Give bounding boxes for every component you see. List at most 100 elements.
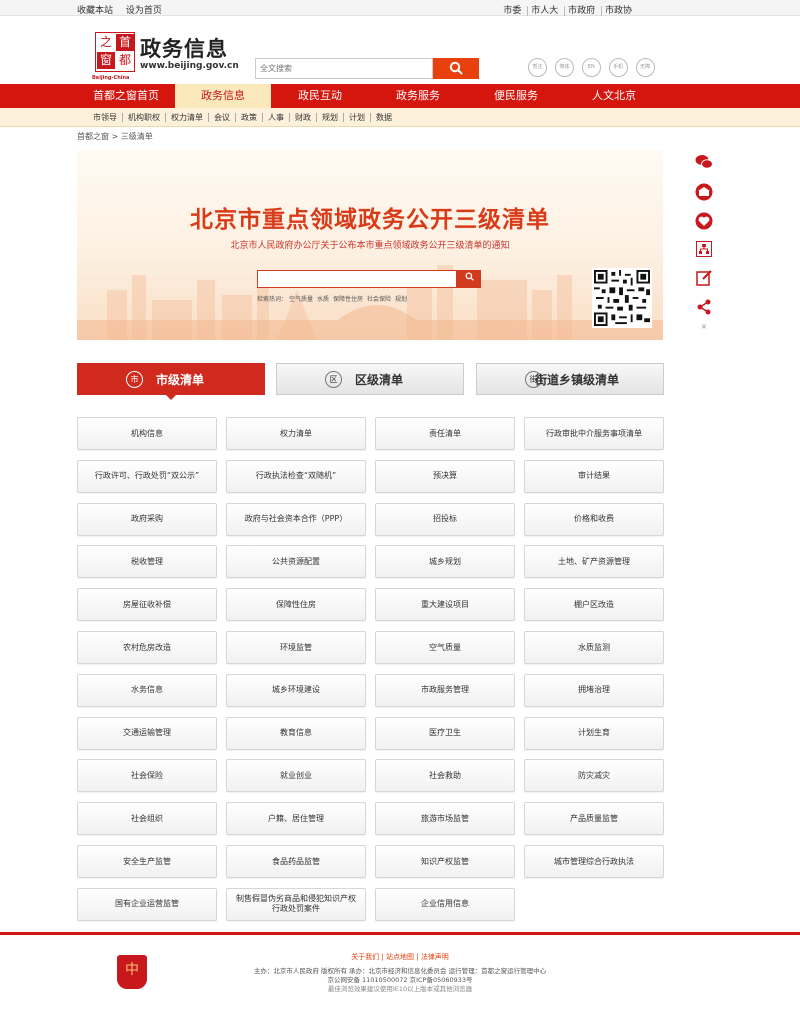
list-item-button[interactable]: 空气质量 bbox=[375, 631, 515, 664]
list-item-button[interactable]: 政府采购 bbox=[77, 502, 217, 536]
list-item-button[interactable]: 房屋征收补偿 bbox=[77, 588, 217, 622]
subnav-item[interactable]: 计划 bbox=[343, 113, 370, 122]
list-item-button[interactable]: 产品质量监管 bbox=[524, 802, 664, 836]
tab-city-level[interactable]: 市 市级清单 bbox=[77, 363, 265, 400]
list-item-button[interactable]: 农村危房改造 bbox=[77, 631, 217, 664]
nav-interaction[interactable]: 政民互动 bbox=[271, 84, 369, 108]
tool-simplified-icon[interactable]: 简体 bbox=[554, 58, 574, 77]
subnav-item[interactable]: 会议 bbox=[208, 113, 235, 122]
list-item-button[interactable]: 重大建设项目 bbox=[375, 588, 515, 622]
list-item-button[interactable]: 行政许可、行政处罚“双公示” bbox=[77, 459, 217, 493]
tool-accessibility-icon[interactable]: 无障 bbox=[635, 58, 655, 77]
tab-district-level[interactable]: 区 区级清单 bbox=[276, 363, 464, 395]
banner-search-button[interactable] bbox=[457, 270, 481, 288]
list-item-button[interactable]: 制售假冒伪劣商品和侵犯知识产权行政处罚案件 bbox=[226, 887, 366, 921]
site-logo[interactable]: 之 首 窗 都 bbox=[95, 32, 135, 72]
subnav-item[interactable]: 政策 bbox=[235, 113, 262, 122]
subnav-item[interactable]: 机构职权 bbox=[122, 113, 165, 122]
top-link-government[interactable]: 市政府 bbox=[564, 6, 599, 16]
list-item-button[interactable]: 城市管理综合行政执法 bbox=[524, 845, 664, 878]
list-item-button[interactable]: 户籍、居住管理 bbox=[226, 802, 366, 836]
list-item-button[interactable]: 食品药品监管 bbox=[226, 845, 366, 878]
nav-home[interactable]: 首都之窗首页 bbox=[77, 84, 175, 108]
tool-pause-icon[interactable]: 暂注 bbox=[528, 58, 547, 77]
list-item-button[interactable]: 环境监管 bbox=[226, 631, 366, 664]
heart-icon[interactable] bbox=[694, 212, 714, 232]
breadcrumb-home[interactable]: 首都之窗 bbox=[77, 132, 109, 141]
list-item-button[interactable]: 行政审批中介服务事项清单 bbox=[524, 417, 664, 450]
list-item-button[interactable]: 防灾减灾 bbox=[524, 759, 664, 793]
hot-word-link[interactable]: 社会保险 bbox=[367, 296, 391, 303]
list-item-button[interactable]: 医疗卫生 bbox=[375, 716, 515, 750]
list-item-button[interactable]: 权力清单 bbox=[226, 417, 366, 450]
list-item-button[interactable]: 土地、矿产资源管理 bbox=[524, 545, 664, 579]
search-button[interactable] bbox=[433, 58, 479, 79]
list-item-button[interactable]: 机构信息 bbox=[77, 417, 217, 450]
list-item-button[interactable]: 审计结果 bbox=[524, 459, 664, 493]
banner-subtitle-link[interactable]: 北京市人民政府办公厅关于公布本市重点领域政务公开三级清单的通知 bbox=[77, 238, 663, 251]
hot-word-link[interactable]: 保障性住房 bbox=[333, 296, 363, 303]
list-item-button[interactable]: 社会组织 bbox=[77, 802, 217, 836]
bookmark-link[interactable]: 收藏本站 bbox=[77, 6, 113, 16]
list-item-button[interactable]: 城乡规划 bbox=[375, 545, 515, 579]
list-item-button[interactable]: 教育信息 bbox=[226, 716, 366, 750]
list-item-button[interactable]: 水质监测 bbox=[524, 631, 664, 664]
hot-word-link[interactable]: 空气质量 bbox=[289, 296, 313, 303]
nav-gov-info[interactable]: 政务信息 bbox=[175, 84, 271, 108]
sitemap-icon[interactable] bbox=[694, 241, 714, 261]
subnav-item[interactable]: 数据 bbox=[370, 113, 397, 122]
list-item-button[interactable]: 责任清单 bbox=[375, 417, 515, 450]
list-item-button[interactable]: 保障性住房 bbox=[226, 588, 366, 622]
list-item-button[interactable]: 国有企业运营监管 bbox=[77, 887, 217, 921]
footer-link-legal[interactable]: 法律声明 bbox=[421, 953, 449, 961]
list-item-button[interactable]: 市政服务管理 bbox=[375, 673, 515, 707]
set-homepage-link[interactable]: 设为首页 bbox=[126, 6, 162, 16]
subnav-item[interactable]: 权力清单 bbox=[165, 113, 208, 122]
list-item-button[interactable]: 社会保险 bbox=[77, 759, 217, 793]
list-item-button[interactable]: 交通运输管理 bbox=[77, 716, 217, 750]
top-link-congress[interactable]: 市人大 bbox=[527, 6, 562, 16]
list-item-button[interactable]: 价格和收费 bbox=[524, 502, 664, 536]
subnav-item[interactable]: 规划 bbox=[316, 113, 343, 122]
top-link-party[interactable]: 市委 bbox=[500, 6, 524, 16]
share-icon[interactable] bbox=[694, 299, 714, 319]
list-item-button[interactable]: 政府与社会资本合作（PPP） bbox=[226, 502, 366, 536]
building-icon[interactable] bbox=[694, 183, 714, 203]
list-item-button[interactable]: 安全生产监管 bbox=[77, 845, 217, 878]
list-item-button[interactable]: 知识产权监管 bbox=[375, 845, 515, 878]
district-icon: 区 bbox=[325, 371, 342, 388]
edit-icon[interactable] bbox=[694, 270, 714, 290]
nav-culture[interactable]: 人文北京 bbox=[565, 84, 663, 108]
nav-convenience[interactable]: 便民服务 bbox=[467, 84, 565, 108]
list-item-button[interactable]: 招投标 bbox=[375, 502, 515, 536]
list-item-button[interactable]: 棚户区改造 bbox=[524, 588, 664, 622]
list-item-button[interactable]: 城乡环境建设 bbox=[226, 673, 366, 707]
list-item-button[interactable]: 社会救助 bbox=[375, 759, 515, 793]
list-item-button[interactable]: 行政执法检查“双随机” bbox=[226, 459, 366, 493]
close-icon[interactable]: × bbox=[694, 322, 714, 332]
hot-word-link[interactable]: 规划 bbox=[395, 296, 407, 303]
hot-word-link[interactable]: 水质 bbox=[317, 296, 329, 303]
wechat-icon[interactable] bbox=[694, 154, 714, 174]
list-item-button[interactable]: 公共资源配置 bbox=[226, 545, 366, 579]
list-item-button[interactable]: 计划生育 bbox=[524, 716, 664, 750]
tool-english-icon[interactable]: EN bbox=[581, 58, 601, 77]
footer-link-about[interactable]: 关于我们 bbox=[351, 953, 379, 961]
tab-street-level[interactable]: 街 街道乡镇级清单 bbox=[476, 363, 664, 395]
footer-link-sitemap[interactable]: 站点地图 bbox=[386, 953, 414, 961]
list-item-button[interactable]: 拥堵治理 bbox=[524, 673, 664, 707]
banner-search-input[interactable] bbox=[257, 270, 457, 288]
list-item-button[interactable]: 旅游市场监管 bbox=[375, 802, 515, 836]
tool-mobile-icon[interactable]: 手机 bbox=[608, 58, 628, 77]
list-item-button[interactable]: 企业信用信息 bbox=[375, 887, 515, 921]
search-input[interactable] bbox=[255, 58, 433, 79]
list-item-button[interactable]: 税收管理 bbox=[77, 545, 217, 579]
list-item-button[interactable]: 就业创业 bbox=[226, 759, 366, 793]
subnav-item[interactable]: 人事 bbox=[262, 113, 289, 122]
list-item-button[interactable]: 水务信息 bbox=[77, 673, 217, 707]
list-item-button[interactable]: 预决算 bbox=[375, 459, 515, 493]
subnav-item[interactable]: 市领导 bbox=[93, 113, 122, 122]
top-link-cppcc[interactable]: 市政协 bbox=[600, 6, 635, 16]
nav-services[interactable]: 政务服务 bbox=[369, 84, 467, 108]
subnav-item[interactable]: 财政 bbox=[289, 113, 316, 122]
